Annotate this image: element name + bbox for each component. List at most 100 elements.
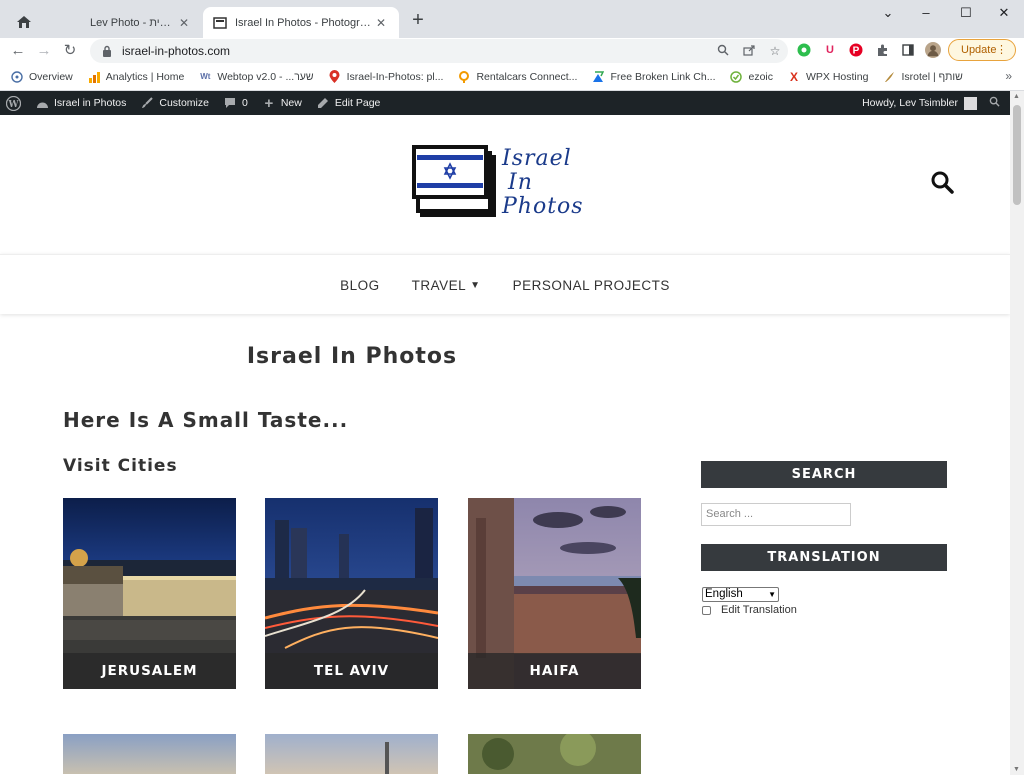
translation-widget-title: TRANSLATION <box>701 544 947 571</box>
city-card-caption: TEL AVIV <box>265 653 438 689</box>
menu-item-label: BLOG <box>340 277 380 293</box>
page-scrollbar[interactable]: ▲ ▼ <box>1010 91 1024 775</box>
admin-edit-page-label: Edit Page <box>334 97 381 109</box>
edit-translation-label: Edit Translation <box>721 604 797 616</box>
pinterest-icon[interactable]: P <box>848 42 864 58</box>
close-tab-icon[interactable]: ✕ <box>373 16 389 30</box>
blank-favicon-icon <box>68 16 82 30</box>
scroll-up-icon[interactable]: ▲ <box>1013 93 1020 100</box>
bookmark-isrotel[interactable]: Isrotel | שותף <box>882 70 963 84</box>
edit-translation-option[interactable]: Edit Translation <box>702 604 797 616</box>
bookmarks-overflow-button[interactable]: » <box>1005 69 1012 83</box>
green-extension-icon[interactable] <box>796 42 812 58</box>
bookmark-analytics[interactable]: Analytics | Home <box>87 70 185 84</box>
edit-translation-checkbox[interactable] <box>702 605 711 615</box>
city-card-caption: JERUSALEM <box>63 653 236 689</box>
admin-edit-page[interactable]: Edit Page <box>316 96 381 110</box>
isrotel-icon <box>882 70 896 84</box>
sidebar-search-input[interactable]: Search ... <box>701 503 851 526</box>
city-card-tel-aviv[interactable]: TEL AVIV <box>265 498 438 689</box>
svg-text:P: P <box>853 46 860 57</box>
menu-item-personal-projects[interactable]: PERSONAL PROJECTS <box>513 278 670 293</box>
overview-icon <box>10 70 24 84</box>
sidepanel-icon[interactable] <box>900 42 916 58</box>
bookmark-label: Isrotel | שותף <box>901 70 963 83</box>
city-card-partial[interactable] <box>265 734 438 774</box>
plus-icon: + <box>264 94 274 112</box>
ezoic-icon <box>729 70 743 84</box>
url-text[interactable]: israel-in-photos.com <box>122 44 710 58</box>
section-subtitle: Here Is A Small Taste... <box>63 408 349 432</box>
maximize-button[interactable]: ☐ <box>946 0 986 26</box>
site-search-icon[interactable] <box>930 170 956 196</box>
bookmark-overview[interactable]: Overview <box>10 70 73 84</box>
u-extension-icon[interactable]: U <box>822 42 838 58</box>
menu-item-label: PERSONAL PROJECTS <box>512 277 670 293</box>
close-tab-icon[interactable]: ✕ <box>176 16 192 30</box>
reload-icon[interactable]: ↻ <box>59 40 81 62</box>
city-photo <box>265 734 438 774</box>
close-window-button[interactable]: ✕ <box>984 0 1024 26</box>
tab-israel-in-photos[interactable]: Israel In Photos - Photographer ✕ <box>203 7 399 38</box>
tab-lev-photo[interactable]: Lev Photo - עמוד הבית ✕ <box>58 7 202 38</box>
pencil-icon <box>316 96 330 110</box>
menu-item-blog[interactable]: BLOG <box>340 278 380 293</box>
admin-site-name[interactable]: Israel in Photos <box>35 96 126 110</box>
city-card-partial[interactable] <box>468 734 641 774</box>
flag-photos-icon <box>412 145 496 217</box>
bookmarks-bar: Overview Analytics | Home Wt Webtop v2.0… <box>0 63 1024 91</box>
bookmark-israel-in-photos-map[interactable]: Israel-In-Photos: pl... <box>328 70 444 84</box>
page-title: Israel In Photos <box>246 344 458 369</box>
tab-title: Israel In Photos - Photographer <box>235 16 373 29</box>
language-selected: English <box>705 588 743 600</box>
scrollbar-thumb[interactable] <box>1013 105 1021 205</box>
howdy-label: Howdy, Lev Tsimbler <box>862 97 958 109</box>
bookmark-label: Analytics | Home <box>105 70 185 83</box>
analytics-icon <box>87 70 101 84</box>
logo-line: Israel <box>502 146 572 171</box>
admin-new[interactable]: + New <box>262 94 301 112</box>
update-button[interactable]: Update ⋮ <box>948 39 1016 61</box>
bookmark-wpx[interactable]: X WPX Hosting <box>787 70 868 84</box>
back-arrow-icon[interactable]: ← <box>7 40 29 62</box>
city-card-jerusalem[interactable]: JERUSALEM <box>63 498 236 689</box>
bookmark-label: Rentalcars Connect... <box>476 70 578 83</box>
new-tab-button[interactable]: + <box>407 9 429 31</box>
share-icon[interactable] <box>736 44 762 59</box>
site-logo[interactable]: Israel In Photos <box>412 145 590 221</box>
bookmark-ezoic[interactable]: ezoic <box>729 70 773 84</box>
extensions-puzzle-icon[interactable] <box>874 42 890 58</box>
bookmark-label: Israel-In-Photos: pl... <box>346 70 444 83</box>
admin-account[interactable]: Howdy, Lev Tsimbler <box>862 91 1000 115</box>
city-card-haifa[interactable]: HAIFA <box>468 498 641 689</box>
admin-search-icon[interactable] <box>989 96 1000 110</box>
admin-comments[interactable]: 0 <box>223 96 248 110</box>
language-select[interactable]: English ▼ <box>702 587 779 602</box>
bookmark-rentalcars[interactable]: Rentalcars Connect... <box>457 70 577 84</box>
wpx-icon: X <box>789 69 798 84</box>
menu-item-label: TRAVEL <box>411 277 467 293</box>
city-photo <box>468 734 641 774</box>
address-bar[interactable]: israel-in-photos.com ☆ <box>90 39 788 63</box>
menu-item-travel[interactable]: TRAVEL ▼ <box>412 278 481 293</box>
admin-customize[interactable]: Customize <box>140 96 209 110</box>
profile-avatar-icon[interactable] <box>925 42 941 58</box>
house-icon <box>17 16 31 28</box>
forward-arrow-icon[interactable]: → <box>33 40 55 62</box>
bookmark-webtop[interactable]: Wt Webtop v2.0 - ...שער <box>198 70 313 84</box>
bookmark-star-icon[interactable]: ☆ <box>762 44 788 58</box>
map-pin-icon <box>328 70 342 84</box>
minimize-button[interactable]: – <box>906 0 946 26</box>
search-widget-title: SEARCH <box>701 461 947 488</box>
city-card-partial[interactable] <box>63 734 236 774</box>
zoom-icon[interactable] <box>710 44 736 59</box>
browser-window: Lev Photo - עמוד הבית ✕ Israel In Photos… <box>0 0 1024 775</box>
home-tab[interactable] <box>8 8 40 36</box>
bookmark-broken-link[interactable]: Free Broken Link Ch... <box>591 70 715 84</box>
wordpress-logo-icon[interactable]: W <box>6 95 21 111</box>
chevron-down-icon[interactable]: ⌄ <box>868 0 908 26</box>
scroll-down-icon[interactable]: ▼ <box>1013 766 1020 773</box>
rentalcars-icon <box>457 70 471 84</box>
link-checker-icon <box>591 70 605 84</box>
bookmark-label: ezoic <box>748 70 773 83</box>
